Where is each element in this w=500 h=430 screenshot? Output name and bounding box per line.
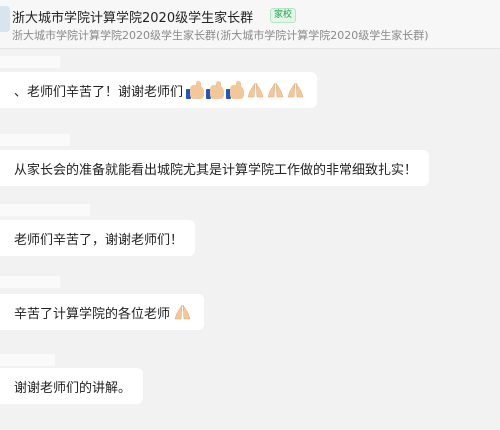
folded-hands-icon <box>286 81 305 100</box>
thumbs-up-icon <box>206 80 225 100</box>
thumbs-up-icon <box>186 80 205 100</box>
sender-name-placeholder <box>0 354 55 366</box>
folded-hands-icon <box>246 81 265 100</box>
thumbs-up-icon <box>226 80 245 100</box>
chat-header: 浙大城市学院计算学院2020级学生家长群 家校 浙大城市学院计算学院2020级学… <box>0 0 500 49</box>
sender-name-placeholder <box>0 134 70 146</box>
message-text: 老师们辛苦了，谢谢老师们！ <box>14 232 184 248</box>
group-avatar[interactable] <box>0 6 10 32</box>
message-text: 、老师们辛苦了！谢谢老师们 <box>14 84 184 100</box>
emoji-row <box>186 80 305 100</box>
emoji-row <box>173 303 192 322</box>
message-bubble[interactable]: 谢谢老师们的讲解。 <box>0 368 144 404</box>
sender-name-placeholder <box>0 56 60 68</box>
folded-hands-icon <box>173 303 192 322</box>
sender-name-placeholder <box>0 204 90 216</box>
message-text: 辛苦了计算学院的各位老师 <box>14 306 171 322</box>
message-bubble[interactable]: 老师们辛苦了，谢谢老师们！ <box>0 220 196 256</box>
group-subtitle: 浙大城市学院计算学院2020级学生家长群(浙大城市学院计算学院2020级学生家长… <box>12 29 429 42</box>
message-bubble[interactable]: 、老师们辛苦了！谢谢老师们 <box>0 72 318 108</box>
group-title[interactable]: 浙大城市学院计算学院2020级学生家长群 <box>12 7 253 26</box>
message-text: 从家长会的准备就能看出城院尤其是计算学院工作做的非常细致扎实！ <box>14 162 418 178</box>
sender-name-placeholder <box>0 276 60 288</box>
message-text: 谢谢老师们的讲解。 <box>14 380 132 396</box>
folded-hands-icon <box>266 81 285 100</box>
message-bubble[interactable]: 从家长会的准备就能看出城院尤其是计算学院工作做的非常细致扎实！ <box>0 150 430 186</box>
group-type-badge: 家校 <box>270 8 297 23</box>
message-bubble[interactable]: 辛苦了计算学院的各位老师 <box>0 294 205 330</box>
